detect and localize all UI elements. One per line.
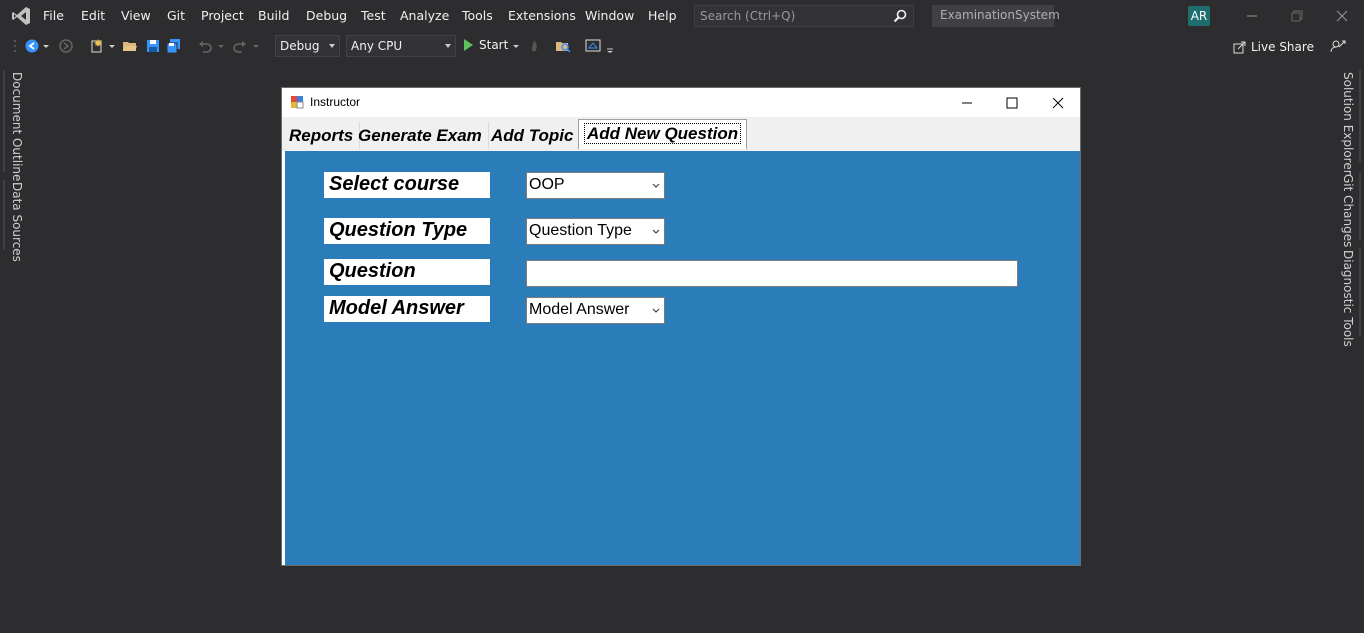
model-answer-value: Model Answer [529, 301, 630, 318]
start-dropdown-icon[interactable] [512, 38, 520, 54]
form-close-icon[interactable] [1050, 95, 1066, 111]
redo-icon[interactable] [232, 38, 248, 54]
side-tab-marker [1359, 172, 1361, 240]
git-changes-tab[interactable]: Git Changes [1341, 174, 1355, 247]
restore-icon[interactable] [1288, 7, 1306, 25]
undo-dropdown-icon[interactable] [217, 38, 225, 54]
play-icon [464, 39, 473, 51]
model-answer-select[interactable]: Model Answer [526, 297, 665, 324]
solution-name: ExaminationSystem [932, 5, 1060, 27]
side-tab-marker [3, 180, 5, 250]
menu-analyze[interactable]: Analyze [400, 8, 449, 23]
redo-dropdown-icon[interactable] [252, 38, 260, 54]
new-project-icon[interactable] [89, 38, 105, 54]
live-share-button[interactable]: Live Share [1233, 40, 1314, 54]
save-all-icon[interactable] [166, 38, 182, 54]
open-folder-icon[interactable] [122, 38, 138, 54]
chevron-down-icon [652, 229, 660, 234]
feedback-icon[interactable] [1330, 38, 1346, 54]
share-icon [1233, 41, 1246, 54]
visual-studio-logo-icon[interactable] [10, 5, 32, 27]
menu-project[interactable]: Project [201, 8, 244, 23]
model-answer-label: Model Answer [324, 296, 490, 322]
menu-git[interactable]: Git [167, 8, 185, 23]
menu-view[interactable]: View [121, 8, 151, 23]
tab-reports-label: Reports [289, 126, 354, 145]
new-dropdown-icon[interactable] [108, 38, 116, 54]
user-avatar[interactable]: AR [1188, 6, 1210, 26]
form-title-bar[interactable]: Instructor [282, 88, 1080, 117]
toolbar-overflow-icon[interactable] [606, 38, 614, 54]
save-icon[interactable] [145, 38, 161, 54]
find-in-files-icon[interactable] [555, 38, 571, 54]
data-sources-tab[interactable]: Data Sources [10, 182, 24, 262]
navigate-back-icon[interactable] [24, 38, 40, 54]
select-course-label: Select course [324, 172, 490, 198]
search-input[interactable]: Search (Ctrl+Q) [694, 5, 914, 27]
menu-edit[interactable]: Edit [81, 8, 105, 23]
minimize-icon[interactable] [1243, 7, 1261, 25]
tab-add-new-question[interactable]: Add New Question [578, 119, 748, 149]
question-type-label: Question Type [324, 218, 490, 244]
menu-test[interactable]: Test [361, 8, 386, 23]
start-button[interactable]: Start [464, 38, 508, 52]
menu-debug[interactable]: Debug [306, 8, 347, 23]
chevron-down-icon [652, 183, 660, 188]
menu-help[interactable]: Help [648, 8, 677, 23]
form-tab-strip: Reports Generate Exam Add Topic Add New … [282, 117, 1080, 151]
course-select[interactable]: OOP [526, 172, 665, 199]
side-tab-marker [1359, 70, 1361, 162]
chevron-down-icon [329, 44, 335, 48]
tab-generate-exam[interactable]: Generate Exam [352, 122, 489, 149]
menu-window[interactable]: Window [585, 8, 634, 23]
form-app-icon [291, 96, 304, 109]
document-outline-tab[interactable]: Document Outline [10, 72, 24, 181]
menu-build[interactable]: Build [258, 8, 289, 23]
toolbar: Debug Any CPU Start Live Share [0, 32, 1364, 60]
question-label: Question [324, 259, 490, 285]
tab-add-topic[interactable]: Add Topic [485, 122, 581, 149]
search-icon [893, 9, 907, 23]
configuration-value: Debug [280, 39, 320, 53]
diagnostic-tools-tab[interactable]: Diagnostic Tools [1341, 250, 1355, 347]
tab-generate-exam-label: Generate Exam [358, 126, 482, 145]
chevron-down-icon [445, 44, 451, 48]
form-minimize-icon[interactable] [959, 95, 975, 111]
undo-icon[interactable] [197, 38, 213, 54]
solution-explorer-tab[interactable]: Solution Explorer [1341, 72, 1355, 175]
start-label: Start [479, 38, 509, 52]
add-question-panel: Select course OOP Question Type Question… [285, 151, 1080, 565]
question-type-select[interactable]: Question Type [526, 218, 665, 245]
tab-add-topic-label: Add Topic [491, 126, 574, 145]
menu-extensions[interactable]: Extensions [508, 8, 576, 23]
question-type-value: Question Type [529, 222, 632, 239]
side-tab-marker [1359, 248, 1361, 336]
hot-reload-icon[interactable] [526, 38, 542, 54]
tab-add-new-question-label: Add New Question [583, 123, 742, 144]
tab-reports[interactable]: Reports [283, 122, 361, 149]
search-placeholder: Search (Ctrl+Q) [700, 9, 796, 23]
form-maximize-icon[interactable] [1004, 95, 1020, 111]
close-icon[interactable] [1333, 7, 1351, 25]
toolbar-grip-icon [14, 40, 16, 52]
form-title: Instructor [310, 95, 361, 109]
side-tab-marker [3, 70, 5, 172]
platform-value: Any CPU [351, 39, 403, 53]
course-select-value: OOP [529, 176, 565, 193]
question-input[interactable] [526, 260, 1018, 287]
menu-bar: File Edit View Git Project Build Debug T… [0, 0, 1364, 32]
instructor-form-window: Instructor Reports Generate Exam Add Top… [281, 87, 1081, 566]
menu-file[interactable]: File [43, 8, 64, 23]
chevron-down-icon [652, 308, 660, 313]
configuration-select[interactable]: Debug [275, 35, 340, 57]
browser-link-icon[interactable] [585, 38, 601, 54]
platform-select[interactable]: Any CPU [346, 35, 456, 57]
back-dropdown-icon[interactable] [42, 38, 50, 54]
live-share-label: Live Share [1251, 40, 1314, 54]
navigate-forward-icon[interactable] [58, 38, 74, 54]
menu-tools[interactable]: Tools [462, 8, 493, 23]
